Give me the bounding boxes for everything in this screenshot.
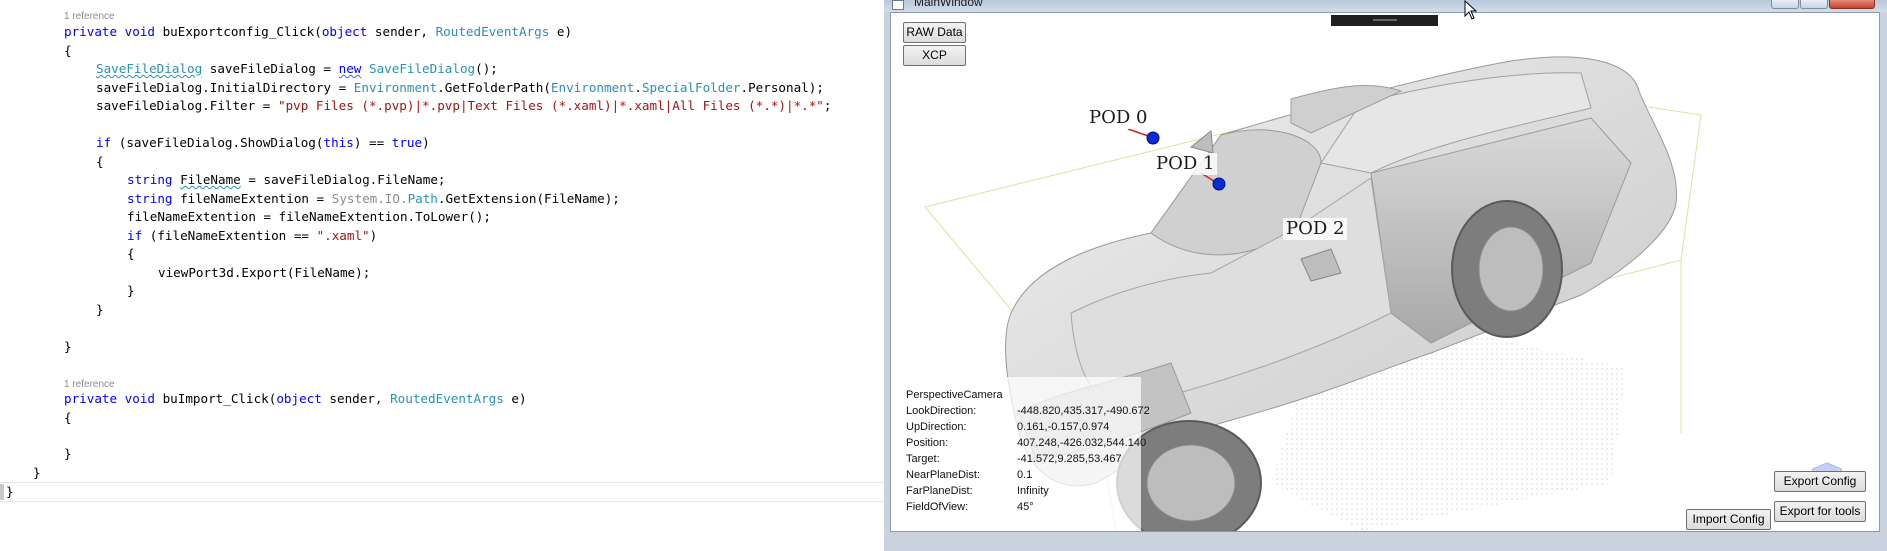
window-title: MainWindow (914, 0, 983, 9)
reference-count-lens[interactable]: 1 reference (64, 11, 115, 23)
close-button[interactable] (1829, 0, 1875, 9)
code-editor[interactable]: 1 reference private void buExportconfig_… (0, 0, 885, 551)
code-line-brace: } (64, 446, 72, 461)
code-line-tolower: fileNameExtention = fileNameExtention.To… (127, 209, 491, 224)
change-tracking-bar (0, 484, 4, 500)
xcp-button[interactable]: XCP (903, 45, 966, 66)
main-window[interactable]: MainWindow RAW Data XCP POD 0 POD 1 POD … (884, 0, 1887, 551)
code-line-savefiledialog: SaveFileDialog saveFileDialog = new Save… (96, 61, 498, 76)
app-icon (892, 0, 904, 10)
mouse-cursor-icon (1464, 0, 1478, 20)
camera-row: Position: 407.248,-426.032,544.140 (906, 437, 1147, 449)
code-line-method-import: private void buImport_Click(object sende… (64, 391, 527, 406)
pod-2-label: POD 2 (1283, 218, 1348, 240)
window-titlebar[interactable]: MainWindow (884, 0, 1887, 12)
camera-row: FieldOfView: 45° (906, 501, 1034, 513)
pod-1-marker (1212, 177, 1226, 191)
code-line-initial-directory: saveFileDialog.InitialDirectory = Enviro… (96, 80, 824, 95)
pod-0-marker (1146, 131, 1160, 145)
code-line-brace: } (64, 339, 72, 354)
code-line-brace: { (64, 43, 72, 58)
code-line-if-xaml: if (fileNameExtention == ".xaml") (127, 228, 378, 243)
raw-data-button[interactable]: RAW Data (903, 22, 966, 43)
code-line-brace: } (127, 283, 135, 298)
camera-row: UpDirection: 0.161,-0.157,0.974 (906, 421, 1110, 433)
code-line-brace: } (33, 465, 41, 480)
current-line-highlight (0, 482, 885, 502)
code-line-brace: { (96, 154, 104, 169)
code-line-export-call: viewPort3d.Export(FileName); (158, 265, 371, 280)
code-line-extension: string fileNameExtention = System.IO.Pat… (127, 191, 620, 206)
splitter-handle[interactable] (1331, 15, 1438, 26)
code-line-brace: } (96, 302, 104, 317)
camera-row: LookDirection: -448.820,435.317,-490.672 (906, 405, 1150, 417)
code-line-brace: { (64, 410, 72, 425)
code-line-if-showdialog: if (saveFileDialog.ShowDialog(this) == t… (96, 135, 430, 150)
export-for-tools-button[interactable]: Export for tools (1774, 501, 1866, 522)
camera-type: PerspectiveCamera (906, 389, 1003, 401)
maximize-button[interactable] (1800, 0, 1828, 9)
import-config-button[interactable]: Import Config (1686, 509, 1771, 530)
pod-1-label: POD 1 (1153, 153, 1218, 175)
code-line-filter: saveFileDialog.Filter = "pvp Files (*.pv… (96, 98, 832, 113)
pod-0-label: POD 0 (1086, 107, 1151, 129)
camera-row: FarPlaneDist: Infinity (906, 485, 1049, 497)
camera-info-panel: PerspectiveCamera LookDirection: -448.820… (891, 377, 1150, 531)
window-client-area: RAW Data XCP POD 0 POD 1 POD 2 Perspecti… (890, 12, 1880, 532)
camera-row: NearPlaneDist: 0.1 (906, 469, 1033, 481)
code-line-method-export: private void buExportconfig_Click(object… (64, 24, 573, 39)
window-bottom-border (884, 532, 1887, 551)
code-line-brace: } (6, 484, 14, 499)
camera-row: Target: -41.572,9.285,53.467 (906, 453, 1122, 465)
export-config-button[interactable]: Export Config (1774, 471, 1866, 492)
code-line-filename: string FileName = saveFileDialog.FileNam… (127, 172, 446, 187)
minimize-button[interactable] (1771, 0, 1799, 9)
code-line-brace: { (127, 246, 135, 261)
